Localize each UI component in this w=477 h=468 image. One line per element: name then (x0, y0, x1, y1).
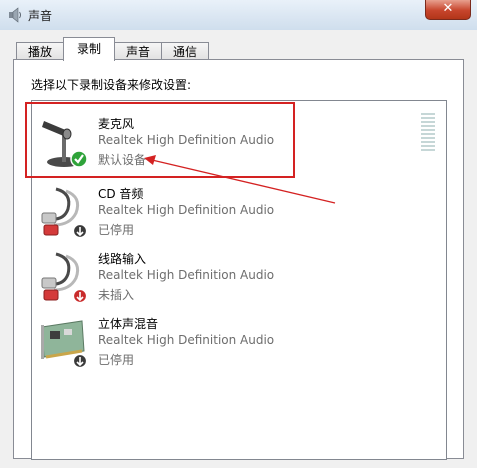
device-name: CD 音频 (98, 187, 144, 201)
device-name: 立体声混音 (98, 317, 159, 331)
device-status: 未插入 (98, 288, 135, 302)
tab-communications[interactable]: 通信 (161, 42, 209, 60)
device-status: 已停用 (98, 223, 135, 237)
sound-card-icon (41, 320, 88, 369)
device-driver: Realtek High Definition Audio (98, 268, 275, 282)
annotation-highlight-box (25, 102, 295, 178)
title-bar: 声音 ✕ (0, 0, 477, 31)
device-item-line-in[interactable]: 线路输入 Realtek High Definition Audio 未插入 (32, 244, 332, 306)
device-status: 已停用 (98, 353, 135, 367)
device-driver: Realtek High Definition Audio (98, 333, 275, 347)
device-name: 线路输入 (98, 252, 147, 266)
tab-playback[interactable]: 播放 (16, 42, 64, 60)
tab-sounds[interactable]: 声音 (114, 42, 162, 60)
audio-jack-icon (41, 252, 88, 304)
device-driver: Realtek High Definition Audio (98, 203, 275, 217)
level-meter (421, 113, 435, 155)
tab-recording[interactable]: 录制 (63, 37, 115, 61)
speaker-icon (9, 7, 21, 23)
window-title: 声音 (28, 9, 53, 23)
device-item-cd-audio[interactable]: CD 音频 Realtek High Definition Audio 已停用 (32, 179, 332, 241)
instruction-text: 选择以下录制设备来修改设置: (31, 78, 192, 92)
audio-jack-icon (41, 187, 88, 239)
device-item-stereo-mix[interactable]: 立体声混音 Realtek High Definition Audio 已停用 (32, 309, 332, 371)
close-button[interactable]: ✕ (425, 0, 471, 20)
